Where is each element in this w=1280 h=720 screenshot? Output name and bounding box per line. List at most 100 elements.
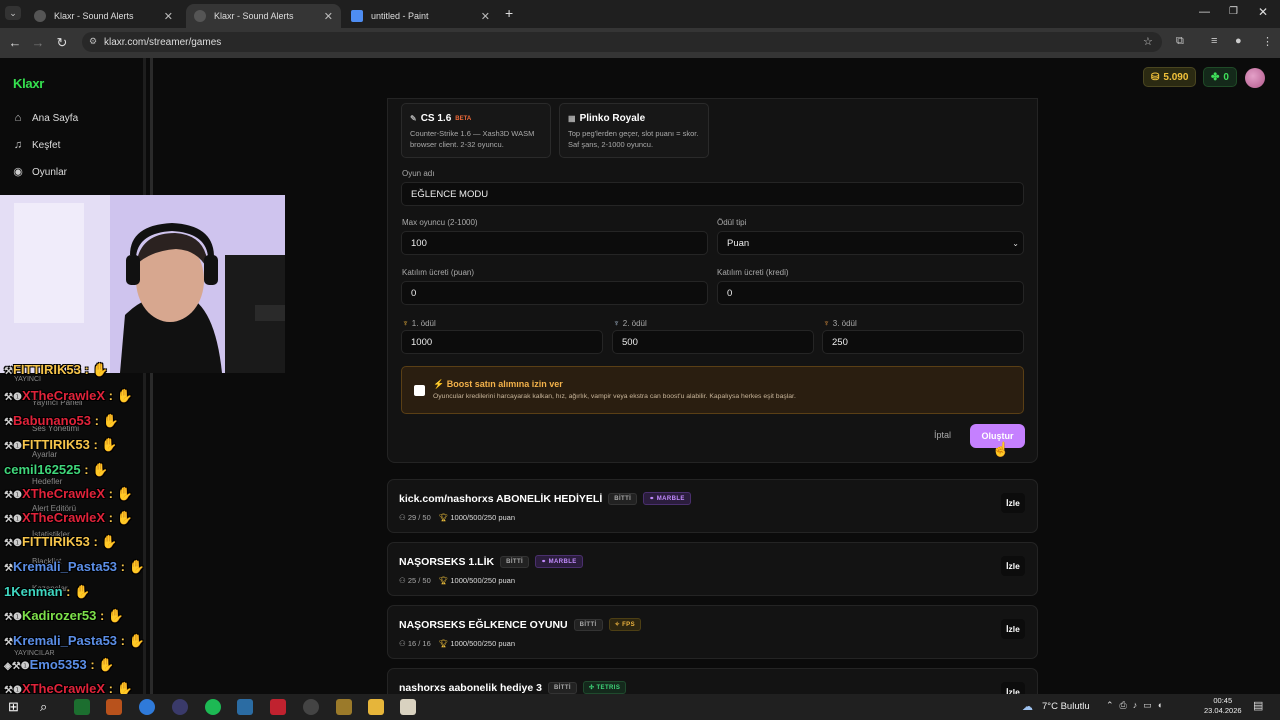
coin-balance-badge[interactable]: ⛁ 5.090 [1143,67,1197,87]
boost-checkbox[interactable] [414,385,425,396]
sidebar-item-label: Ana Sayfa [32,112,79,124]
chat-username: XTheCrawleX [21,388,106,403]
prize-2-input[interactable]: 500 [612,330,814,354]
app-icon[interactable] [336,699,352,715]
close-window-icon[interactable]: ✕ [1258,5,1268,19]
site-info-icon[interactable]: ⚙ [89,36,97,47]
browser-tab[interactable]: untitled - Paint ✕ [343,4,498,28]
wave-emote-icon: : ✋ [86,657,115,672]
list-item: nashorxs aabonelik hediye 3 BİTTİ ✣ TETRIS… [387,668,1038,694]
watch-button[interactable]: İzle [1001,493,1025,513]
close-icon[interactable]: ✕ [481,10,490,23]
app-icon[interactable] [106,699,122,715]
reward-type-select[interactable]: Puan ⌄ [717,231,1024,255]
trophy-icon: 🏆︎ [438,576,451,585]
sidebar-item-games[interactable]: ◉ Oyunlar [12,166,67,178]
folder-icon[interactable] [368,699,384,715]
wave-emote-icon: : ✋ [89,437,118,452]
app-icon[interactable] [270,699,286,715]
browser-tab-active[interactable]: Klaxr - Sound Alerts ✕ [186,4,341,28]
app-icon[interactable] [237,699,253,715]
credit-balance-badge[interactable]: ✤ 0 [1203,67,1237,87]
entry-fee-points-input[interactable]: 0 [401,281,708,305]
cancel-button[interactable]: İptal [934,430,951,440]
close-icon[interactable]: ✕ [164,10,173,23]
chat-message: ⚒❶FITTIRIK53 : ✋ [4,534,118,550]
mod-badge-icon: ⚒❶ [4,612,22,623]
weather-text[interactable]: 7°C Bulutlu [1042,701,1090,712]
sidebar-item-home[interactable]: ⌂ Ana Sayfa [12,112,78,124]
profile-icon[interactable]: ● [1235,35,1242,47]
search-icon[interactable]: ⌕ [40,699,56,715]
watch-button[interactable]: İzle [1001,682,1025,694]
bookmark-star-icon[interactable]: ☆ [1143,35,1153,48]
game-name-input[interactable]: EĞLENCE MODU [401,182,1024,206]
obs-icon[interactable] [172,699,188,715]
coin-balance: 5.090 [1163,71,1189,83]
prize-1-input[interactable]: 1000 [401,330,603,354]
tab-search-icon[interactable]: ⌄ [5,6,21,20]
list-item: NAŞORSEKS 1.LİK BİTTİ ⚭ MARBLE ⚇ 25 / 50 🏆︎… [387,542,1038,596]
logo[interactable]: Klaxr [13,76,44,91]
globe-icon [194,10,206,22]
close-icon[interactable]: ✕ [324,10,333,23]
chat-message: ⚒FITTIRIK53 : ✋ [4,362,109,378]
avatar[interactable] [1245,68,1265,88]
restore-icon[interactable]: ❐ [1229,6,1238,17]
weather-icon: ☁ [1022,701,1033,713]
tray-icons[interactable]: ⌃⎙♪▭◐ [1106,700,1169,711]
clock-date: 23.04.2026 [1204,706,1242,715]
boost-description: Oyuncular kredilerini harcayarak kalkan,… [433,393,796,400]
prize-info: 🏆︎ 1000/500/250 puan [439,639,515,648]
minimize-icon[interactable]: — [1199,6,1210,18]
browser-tab[interactable]: Klaxr - Sound Alerts ✕ [26,4,181,28]
address-bar[interactable]: ⚙ klaxr.com/streamer/games [82,32,1162,52]
chat-message: ⚒❶XTheCrawleX : ✋ [4,388,133,404]
forward-icon[interactable]: → [26,35,50,50]
prize-3-label-text: 3. ödül [832,319,857,328]
notification-icon[interactable]: ▤ [1253,699,1263,712]
windows-start-icon[interactable]: ⊞ [8,699,24,715]
chat-username: XTheCrawleX [21,510,106,525]
trophy-icon: 🏆︎ [438,639,451,648]
prize-3-input[interactable]: 250 [822,330,1024,354]
menu-icon[interactable]: ⋮ [1262,35,1273,48]
medal-icon: ♆ [823,318,830,328]
webcam-overlay [0,195,285,373]
media-icon[interactable]: ≡ [1211,35,1217,47]
chat-username: Emo5353 [29,657,87,672]
marble-icon: ⚭ [649,496,657,502]
wave-emote-icon: : ✋ [96,608,125,623]
entry-fee-credit-input[interactable]: 0 [717,281,1024,305]
prize-info: 🏆︎ 1000/500/250 puan [439,513,515,522]
reload-icon[interactable]: ↻ [50,35,74,51]
gamepad-icon: ◉ [13,166,23,178]
app-icon[interactable] [400,699,416,715]
list-item: NAŞORSEKS EĞLKENCE OYUNU BİTTİ ✧ FPS ⚇ 16 … [387,605,1038,659]
marble-icon: ⚭ [541,559,549,565]
wave-emote-icon: : ✋ [89,534,118,549]
extensions-icon[interactable]: ⧉ [1176,35,1184,48]
app-icon[interactable] [303,699,319,715]
spotify-icon[interactable] [205,699,221,715]
game-option-plinko[interactable]: ▦ Plinko Royale Top peg'lerden geçer, slo… [559,103,709,158]
prize-3-value: 250 [832,336,848,348]
watch-button[interactable]: İzle [1001,556,1025,576]
mod-badge-icon: ⚒❶ [4,392,22,403]
watch-button[interactable]: İzle [1001,619,1025,639]
prize-value: 1000/500/250 puan [450,639,516,648]
prize-2-value: 500 [622,336,638,348]
game-option-cs16[interactable]: ✎ CS 1.6 BETA Counter-Strike 1.6 — Xash3D … [401,103,551,158]
max-players-input[interactable]: 100 [401,231,708,255]
app-icon[interactable] [74,699,90,715]
chat-message: ⚒❶XTheCrawleX : ✋ [4,510,133,526]
wave-emote-icon: : ✋ [62,584,91,599]
url-text: klaxr.com/streamer/games [104,36,222,48]
sidebar-item-explore[interactable]: ♫ Keşfet [12,139,60,151]
taskbar-clock[interactable]: 00:45 23.04.2026 [1204,696,1242,716]
back-icon[interactable]: ← [3,35,27,50]
new-tab-icon[interactable]: + [505,5,513,21]
chrome-icon[interactable] [139,699,155,715]
chat-username: Kremali_Pasta53 [12,559,118,574]
mod-badge-icon: ⚒ [4,637,13,648]
